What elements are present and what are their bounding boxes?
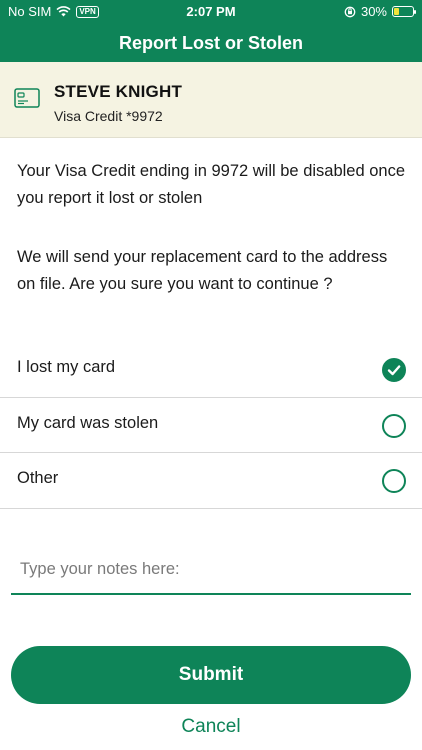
notes-input[interactable]: [11, 545, 411, 595]
radio-checked-icon[interactable]: [382, 358, 406, 382]
radio-unchecked-icon[interactable]: [382, 414, 406, 438]
battery-icon: [392, 6, 416, 17]
option-lost-card[interactable]: I lost my card: [0, 342, 422, 397]
option-divider: [0, 508, 422, 509]
disable-warning-text: Your Visa Credit ending in 9972 will be …: [17, 162, 406, 207]
page-title: Report Lost or Stolen: [119, 32, 303, 53]
option-label: My card was stolen: [17, 414, 159, 432]
battery-fill: [394, 8, 400, 15]
option-label: I lost my card: [17, 358, 116, 376]
credit-card-icon: [14, 88, 40, 108]
option-card-stolen[interactable]: My card was stolen: [0, 398, 422, 453]
card-description: Visa Credit *9972: [54, 108, 163, 124]
option-label: Other: [17, 469, 59, 487]
battery-percent: 30%: [360, 4, 387, 19]
cardholder-name: STEVE KNIGHT: [54, 82, 183, 101]
orientation-lock-icon: [344, 6, 356, 17]
submit-button[interactable]: Submit: [11, 646, 411, 704]
cancel-button[interactable]: Cancel: [0, 716, 422, 738]
status-bar: No SIM VPN 2:07 PM 30%: [0, 0, 422, 24]
option-other[interactable]: Other: [0, 453, 422, 508]
nav-bar: Report Lost or Stolen: [0, 24, 422, 62]
radio-unchecked-icon[interactable]: [382, 469, 406, 493]
status-right: 30%: [344, 4, 416, 19]
replacement-info-text: We will send your replacement card to th…: [17, 248, 388, 293]
